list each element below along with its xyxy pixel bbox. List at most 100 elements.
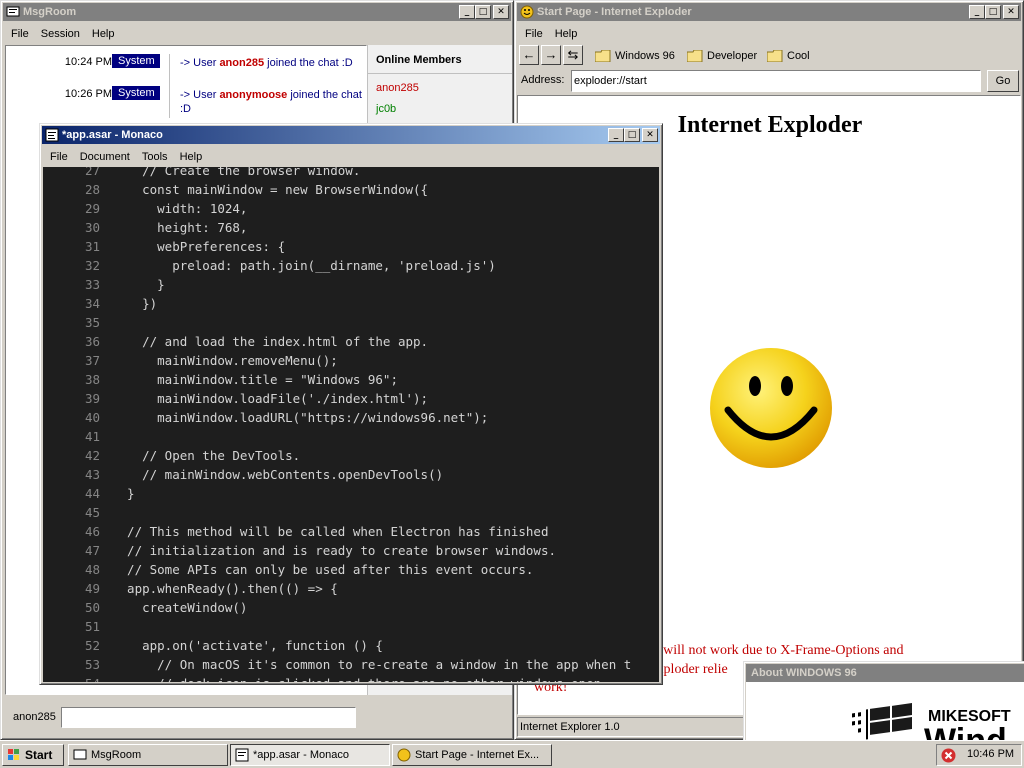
line-text: app.on('activate', function () { [112,638,383,653]
taskbar: Start MsgRoom *app.asar - Monaco Start P… [0,740,1024,768]
close-button[interactable]: ✕ [493,5,509,19]
taskbar-item-monaco[interactable]: *app.asar - Monaco [230,744,390,766]
menu-help[interactable]: Help [549,25,584,43]
ie-title: Start Page - Internet Exploder [537,6,692,18]
code-line[interactable]: 42 // Open the DevTools. [43,446,300,465]
smiley-icon [710,348,832,468]
status-text: Internet Explorer 1.0 [520,721,620,733]
code-line[interactable]: 38 mainWindow.title = "Windows 96"; [43,370,398,389]
code-line[interactable]: 27 // Create the browser window. [43,167,360,180]
member-item[interactable]: jc0b [376,103,396,115]
maximize-button[interactable]: □ [624,128,640,142]
line-text: }) [112,296,158,311]
code-line[interactable]: 29 width: 1024, [43,199,248,218]
code-line[interactable]: 40 mainWindow.loadURL("https://windows96… [43,408,488,427]
code-line[interactable]: 43 // mainWindow.webContents.openDevTool… [43,465,443,484]
line-text: // On macOS it's common to re-create a w… [112,657,632,672]
ie-window-controls: _ □ ✕ [969,5,1019,19]
line-number: 48 [84,562,100,577]
line-number: 30 [84,220,100,235]
menu-file[interactable]: File [44,148,74,166]
maximize-button[interactable]: □ [985,5,1001,19]
msgroom-titlebar[interactable]: MsgRoom [3,3,511,21]
menu-tools[interactable]: Tools [136,148,174,166]
taskbar-item-msgroom[interactable]: MsgRoom [68,744,228,766]
line-text: mainWindow.loadURL("https://windows96.ne… [112,410,489,425]
code-line[interactable]: 36 // and load the index.html of the app… [43,332,428,351]
line-number: 35 [84,315,100,330]
clock[interactable]: 10:46 PM [967,748,1014,760]
code-line[interactable]: 54 // dock icon is clicked and there are… [43,674,609,682]
code-line[interactable]: 37 mainWindow.removeMenu(); [43,351,338,370]
code-line[interactable]: 49 app.whenReady().then(() => { [43,579,338,598]
menu-help[interactable]: Help [174,148,209,166]
folder-icon [767,50,783,62]
start-button[interactable]: Start [2,744,64,766]
members-title: Online Members [376,54,462,66]
taskbar-label: MsgRoom [91,749,142,761]
minimize-button[interactable]: _ [608,128,624,142]
bookmark-developer[interactable]: Developer [687,47,757,65]
go-button[interactable]: Go [987,70,1019,92]
code-line[interactable]: 39 mainWindow.loadFile('./index.html'); [43,389,428,408]
member-item[interactable]: anon285 [376,82,419,94]
msgroom-title: MsgRoom [23,6,77,18]
forward-button[interactable]: → [541,45,561,65]
code-line[interactable]: 44 } [43,484,135,503]
code-line[interactable]: 31 webPreferences: { [43,237,285,256]
error-icon[interactable] [941,748,956,763]
code-line[interactable]: 35 [43,313,112,332]
maximize-button[interactable]: □ [475,5,491,19]
code-line[interactable]: 52 app.on('activate', function () { [43,636,383,655]
code-line[interactable]: 48 // Some APIs can only be used after t… [43,560,534,579]
about-window: About WINDOWS 96 MIKESOFT Wind [743,661,1024,751]
refresh-icon: ⇆ [567,47,579,62]
refresh-button[interactable]: ⇆ [563,45,583,65]
close-button[interactable]: ✕ [642,128,658,142]
line-number: 45 [84,505,100,520]
code-line[interactable]: 30 height: 768, [43,218,248,237]
line-text: app.whenReady().then(() => { [112,581,338,596]
bookmark-windows96[interactable]: Windows 96 [595,47,675,65]
monaco-menubar: File Document Tools Help [44,148,658,166]
forward-arrow-icon: → [544,47,558,62]
ie-icon [397,748,411,762]
code-line[interactable]: 41 [43,427,112,446]
minimize-button[interactable]: _ [459,5,475,19]
menu-file[interactable]: File [5,25,35,43]
code-editor[interactable]: 27 // Create the browser window. 28 const… [43,167,659,682]
code-line[interactable]: 33 } [43,275,165,294]
taskbar-item-ie[interactable]: Start Page - Internet Ex... [392,744,552,766]
line-text: webPreferences: { [112,239,286,254]
code-line[interactable]: 32 preload: path.join(__dirname, 'preloa… [43,256,496,275]
line-text: // Create the browser window. [112,167,361,178]
code-line[interactable]: 34 }) [43,294,157,313]
code-line[interactable]: 50 createWindow() [43,598,248,617]
code-line[interactable]: 53 // On macOS it's common to re-create … [43,655,631,674]
code-line[interactable]: 28 const mainWindow = new BrowserWindow(… [43,180,428,199]
ie-app-icon [520,5,534,19]
code-line[interactable]: 45 [43,503,112,522]
menu-help[interactable]: Help [86,25,121,43]
minimize-button[interactable]: _ [969,5,985,19]
back-button[interactable]: ← [519,45,539,65]
menu-file[interactable]: File [519,25,549,43]
close-button[interactable]: ✕ [1003,5,1019,19]
chat-input[interactable] [61,707,356,728]
address-input[interactable] [571,70,981,92]
message-time: 10:26 PM [64,88,112,100]
menu-document[interactable]: Document [74,148,136,166]
chat-message: 10:26 PM System -> User anonymoose joine… [6,86,366,118]
bookmark-cool[interactable]: Cool [767,47,810,65]
code-line[interactable]: 47 // initialization and is ready to cre… [43,541,556,560]
monaco-titlebar[interactable]: *app.asar - Monaco [42,126,660,144]
code-line[interactable]: 46 // This method will be called when El… [43,522,549,541]
about-title: About WINDOWS 96 [751,667,857,679]
line-text: mainWindow.loadFile('./index.html'); [112,391,429,406]
ie-titlebar[interactable]: Start Page - Internet Exploder [517,3,1021,21]
code-line[interactable]: 51 [43,617,112,636]
taskbar-label: Start Page - Internet Ex... [415,749,540,761]
about-titlebar[interactable]: About WINDOWS 96 [746,664,1024,682]
line-text: preload: path.join(__dirname, 'preload.j… [112,258,496,273]
menu-session[interactable]: Session [35,25,86,43]
